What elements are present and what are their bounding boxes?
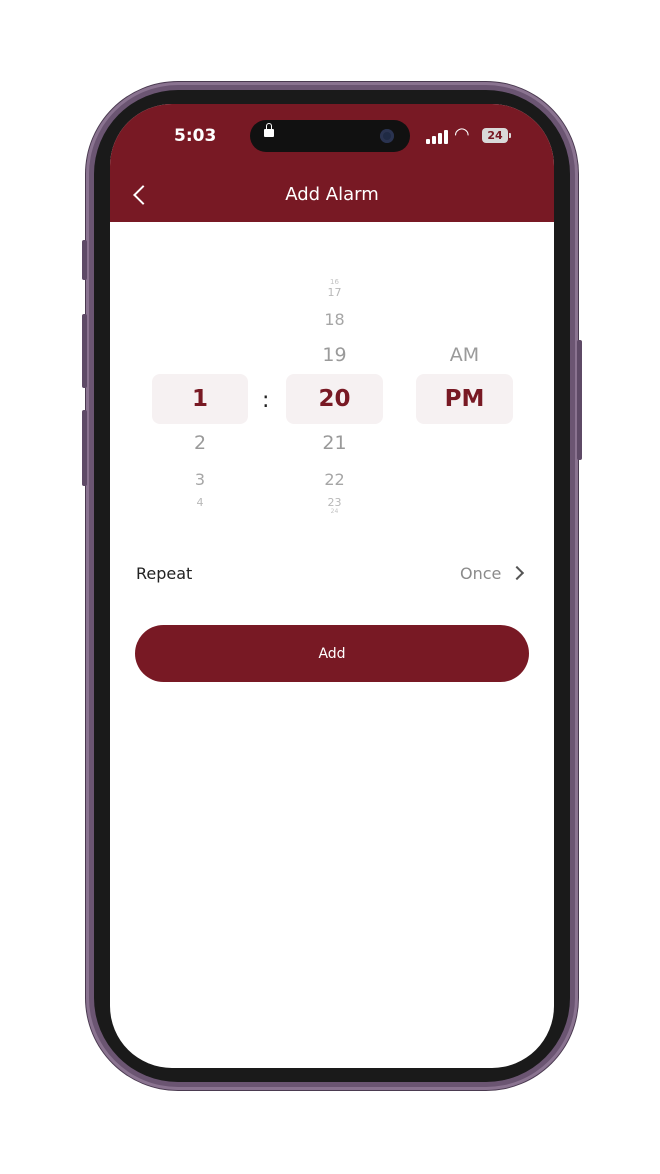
hour-picker[interactable]: 1 2 3 4	[152, 274, 248, 514]
hour-option[interactable]: 3	[152, 470, 248, 489]
action-button	[82, 240, 87, 280]
minute-option[interactable]: 24	[286, 508, 383, 515]
signal-icon	[426, 130, 448, 144]
period-option[interactable]: AM	[416, 344, 513, 366]
repeat-label: Repeat	[136, 564, 193, 583]
app-header: 5:03 ◠ 24 Add Alarm	[110, 104, 554, 222]
battery-icon: 24	[482, 128, 511, 143]
period-picker[interactable]: AM PM	[416, 274, 513, 514]
hour-option[interactable]: 4	[152, 496, 248, 509]
volume-up-button	[82, 314, 87, 388]
chevron-right-icon[interactable]	[509, 565, 525, 581]
minute-option[interactable]: 19	[286, 344, 383, 366]
period-selected[interactable]: PM	[416, 374, 513, 424]
camera-icon	[380, 129, 394, 143]
volume-down-button	[82, 410, 87, 486]
status-time: 5:03	[174, 126, 217, 146]
minute-option[interactable]: 21	[286, 432, 383, 454]
minute-picker[interactable]: 16 17 18 19 20 21 22 23 24	[286, 274, 383, 515]
lock-icon	[264, 123, 274, 137]
dynamic-island	[250, 120, 410, 152]
minute-option[interactable]: 22	[286, 470, 383, 489]
hour-selected[interactable]: 1	[152, 374, 248, 424]
screen: 5:03 ◠ 24 Add Alarm 1 2 3 4 : 16 17 18 1…	[110, 104, 554, 1068]
hour-option[interactable]: 2	[152, 432, 248, 454]
wifi-icon: ◠	[454, 124, 470, 145]
minute-selected[interactable]: 20	[286, 374, 383, 424]
minute-option[interactable]: 18	[286, 310, 383, 329]
add-button[interactable]: Add	[135, 625, 529, 682]
repeat-value[interactable]: Once	[460, 564, 501, 583]
minute-option[interactable]: 17	[286, 286, 383, 299]
minute-option[interactable]: 16	[286, 278, 383, 286]
page-title: Add Alarm	[285, 184, 379, 205]
power-button	[577, 340, 582, 460]
time-separator: :	[262, 388, 270, 413]
